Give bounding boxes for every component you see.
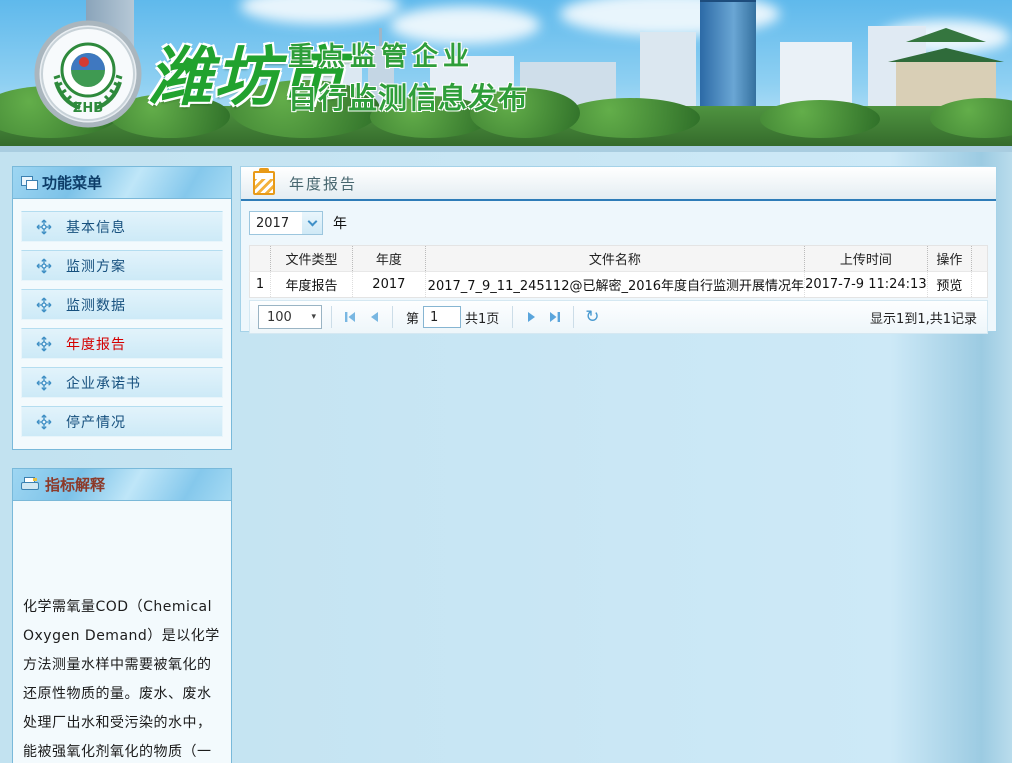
table-row: 1 年度报告 2017 2017_7_9_11_245112@已解密_2016年… <box>250 272 988 298</box>
page-size-value: 100 <box>259 310 311 325</box>
function-menu-title: 功能菜单 <box>42 172 102 193</box>
annual-report-panel: 年度报告 2017 年 文件类型 年度 文件名称 上传时间 操作 1 年度报告 <box>240 166 997 332</box>
cell-empty <box>972 272 988 298</box>
sidebar-item-basic-info[interactable]: 基本信息 <box>21 211 223 242</box>
function-menu-header: 功能菜单 <box>13 167 231 199</box>
logo-zhb-text: ZHB <box>73 101 103 116</box>
first-page-button[interactable] <box>341 308 359 326</box>
sidebar-item-label: 监测数据 <box>66 295 126 315</box>
cell-file-type: 年度报告 <box>271 272 353 298</box>
page-size-select[interactable]: 100 ▾ <box>258 305 322 329</box>
chevron-down-icon[interactable] <box>302 212 322 234</box>
refresh-icon[interactable]: ↻ <box>585 307 599 327</box>
tree <box>760 100 880 138</box>
header-file-type: 文件类型 <box>271 246 353 272</box>
banner-subtitle-line2: 自行监测信息发布 <box>288 75 528 117</box>
sidebar-item-monitoring-data[interactable]: 监测数据 <box>21 289 223 320</box>
cell-index: 1 <box>250 272 271 298</box>
divider <box>331 306 332 328</box>
river-strip <box>0 146 1012 152</box>
menu-body: 基本信息 监测方案 监测数据 <box>13 199 231 457</box>
page-number-input[interactable] <box>423 306 461 328</box>
environmental-bureau-logo: ZHB <box>34 20 142 128</box>
pagination-bar: 100 ▾ 第 共1页 ↻ 显示1到1, <box>249 300 988 334</box>
year-select-value: 2017 <box>250 216 302 231</box>
banner: ZHB 潍坊市 重点监管企业 自行监测信息发布 <box>0 0 1012 152</box>
divider <box>512 306 513 328</box>
indicator-explanation-panel: 指标解释 化学需氧量COD（Chemical Oxygen Demand）是以化… <box>12 468 232 763</box>
divider <box>392 306 393 328</box>
preview-link[interactable]: 预览 <box>927 272 972 298</box>
sidebar-item-label: 基本信息 <box>66 217 126 237</box>
indicator-explanation-title: 指标解释 <box>45 474 105 495</box>
sidebar-item-annual-report[interactable]: 年度报告 <box>21 328 223 359</box>
cloud <box>240 0 400 24</box>
compass-arrows-icon <box>36 336 52 352</box>
windows-icon <box>21 176 38 190</box>
sidebar-item-label: 停产情况 <box>66 412 126 432</box>
cell-year: 2017 <box>353 272 426 298</box>
record-count-summary: 显示1到1,共1记录 <box>870 308 977 327</box>
year-filter-row: 2017 年 <box>249 209 988 237</box>
header-year: 年度 <box>353 246 426 272</box>
printer-icon <box>21 477 39 492</box>
sidebar-item-commitment-letter[interactable]: 企业承诺书 <box>21 367 223 398</box>
indicator-explanation-header: 指标解释 <box>13 469 231 501</box>
function-menu-panel: 功能菜单 基本信息 监测方案 <box>12 166 232 450</box>
page-title: 年度报告 <box>289 173 357 194</box>
year-select[interactable]: 2017 <box>249 211 323 235</box>
compass-arrows-icon <box>36 414 52 430</box>
year-label: 年 <box>333 213 347 233</box>
sidebar-item-production-stoppage[interactable]: 停产情况 <box>21 406 223 437</box>
clipboard-icon <box>253 171 275 195</box>
compass-arrows-icon <box>36 219 52 235</box>
annual-report-body: 2017 年 文件类型 年度 文件名称 上传时间 操作 1 年度报告 2017 … <box>241 201 996 334</box>
sidebar-item-label: 监测方案 <box>66 256 126 276</box>
last-page-button[interactable] <box>546 308 564 326</box>
banner-subtitle-line1: 重点监管企业 <box>288 36 528 73</box>
compass-arrows-icon <box>36 297 52 313</box>
tree <box>560 98 700 138</box>
cod-explanation-text: 化学需氧量COD（Chemical Oxygen Demand）是以化学方法测量… <box>23 593 221 763</box>
total-pages-label: 共1页 <box>465 308 499 327</box>
header-file-name: 文件名称 <box>425 246 804 272</box>
compass-arrows-icon <box>36 375 52 391</box>
annual-report-header: 年度报告 <box>241 167 996 201</box>
header-index <box>250 246 271 272</box>
sidebar-item-label: 年度报告 <box>66 334 126 354</box>
header-operation: 操作 <box>927 246 972 272</box>
divider <box>573 306 574 328</box>
page-prefix-label: 第 <box>406 308 419 327</box>
blue-tower <box>700 0 756 118</box>
header-empty <box>972 246 988 272</box>
table-header-row: 文件类型 年度 文件名称 上传时间 操作 <box>250 246 988 272</box>
annual-report-table: 文件类型 年度 文件名称 上传时间 操作 1 年度报告 2017 2017_7_… <box>249 245 988 298</box>
header-upload-time: 上传时间 <box>805 246 928 272</box>
previous-page-button[interactable] <box>365 308 383 326</box>
next-page-button[interactable] <box>522 308 540 326</box>
cell-file-name: 2017_7_9_11_245112@已解密_2016年度自行监测开展情况年 <box>425 272 804 298</box>
sidebar-item-monitoring-plan[interactable]: 监测方案 <box>21 250 223 281</box>
dropdown-arrow-icon: ▾ <box>311 312 321 322</box>
banner-subtitle: 重点监管企业 自行监测信息发布 <box>288 36 528 117</box>
cell-upload-time: 2017-7-9 11:24:13 <box>805 272 928 298</box>
sidebar-item-label: 企业承诺书 <box>66 373 141 393</box>
compass-arrows-icon <box>36 258 52 274</box>
indicator-body: 化学需氧量COD（Chemical Oxygen Demand）是以化学方法测量… <box>13 593 231 763</box>
